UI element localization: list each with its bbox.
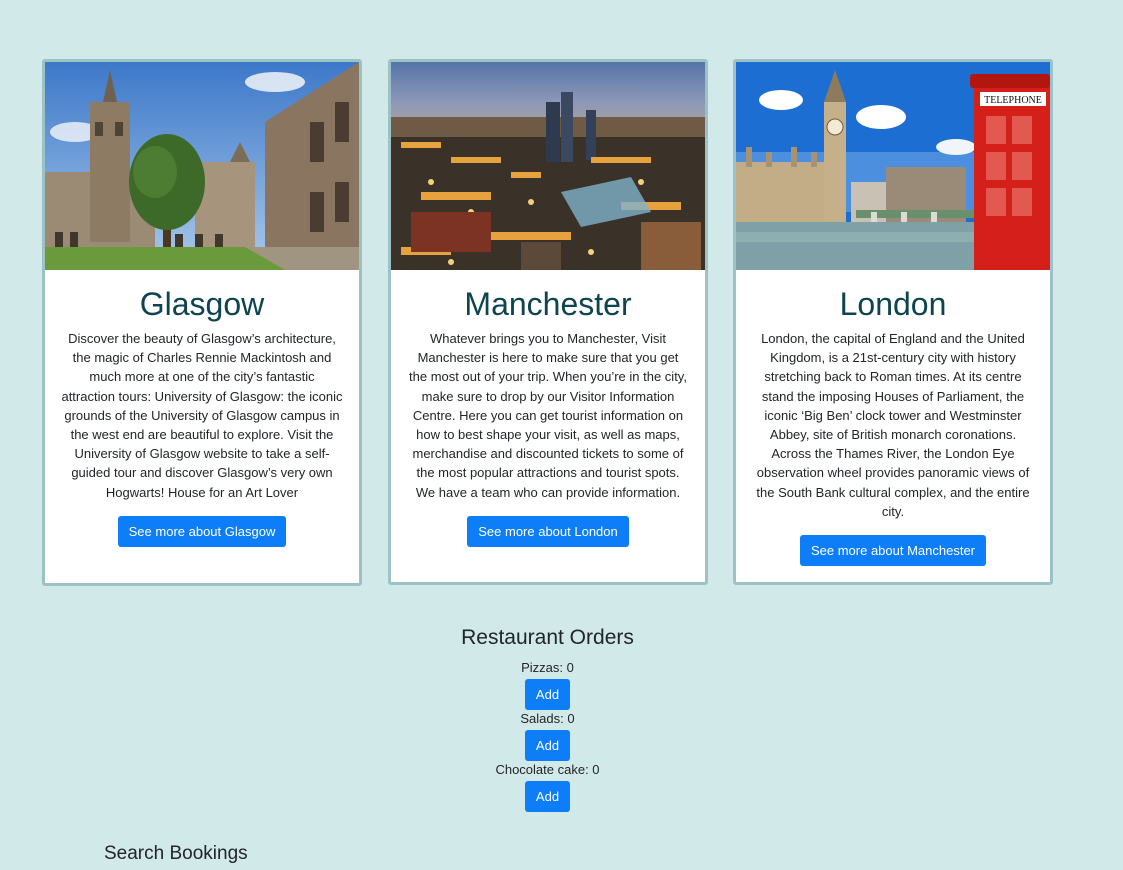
see-more-glasgow-button[interactable]: See more about Glasgow bbox=[117, 515, 287, 547]
telephone-sign-text: TELEPHONE bbox=[984, 95, 1042, 106]
add-chocolate-cake-button[interactable]: Add bbox=[524, 781, 571, 812]
card-description: Whatever brings you to Manchester, Visit… bbox=[409, 331, 687, 500]
add-pizza-button[interactable]: Add bbox=[524, 679, 571, 710]
glasgow-image bbox=[45, 62, 359, 270]
order-label: Pizzas: 0 bbox=[521, 660, 574, 675]
search-bookings-title: Search Bookings bbox=[104, 843, 248, 864]
manchester-image bbox=[391, 62, 705, 270]
order-item-pizzas: Pizzas: 0 Add bbox=[0, 660, 1095, 710]
order-item-chocolate-cake: Chocolate cake: 0 Add bbox=[0, 762, 1095, 812]
city-card-manchester: Manchester Whatever brings you to Manche… bbox=[388, 59, 708, 585]
see-more-manchester-button[interactable]: See more about Manchester bbox=[799, 535, 987, 567]
card-title: Manchester bbox=[464, 286, 632, 322]
order-item-salads: Salads: 0 Add bbox=[0, 711, 1095, 761]
card-title: London bbox=[839, 286, 947, 322]
order-label: Chocolate cake: 0 bbox=[495, 762, 600, 777]
london-image: TELEPHONE bbox=[736, 62, 1050, 270]
add-salad-button[interactable]: Add bbox=[524, 730, 571, 761]
city-card-glasgow: Glasgow Discover the beauty of Glasgow’s… bbox=[42, 59, 362, 586]
card-description: Discover the beauty of Glasgow’s archite… bbox=[61, 331, 343, 500]
card-title: Glasgow bbox=[139, 286, 265, 322]
card-description: London, the capital of England and the U… bbox=[756, 331, 1030, 519]
restaurant-orders: Restaurant Orders Pizzas: 0 Add Salads: … bbox=[0, 624, 1095, 812]
order-label: Salads: 0 bbox=[520, 711, 575, 726]
city-card-london: TELEPHONE London London, the capital of … bbox=[733, 59, 1053, 585]
see-more-london-button[interactable]: See more about London bbox=[467, 515, 629, 547]
orders-title: Restaurant Orders bbox=[461, 626, 634, 649]
